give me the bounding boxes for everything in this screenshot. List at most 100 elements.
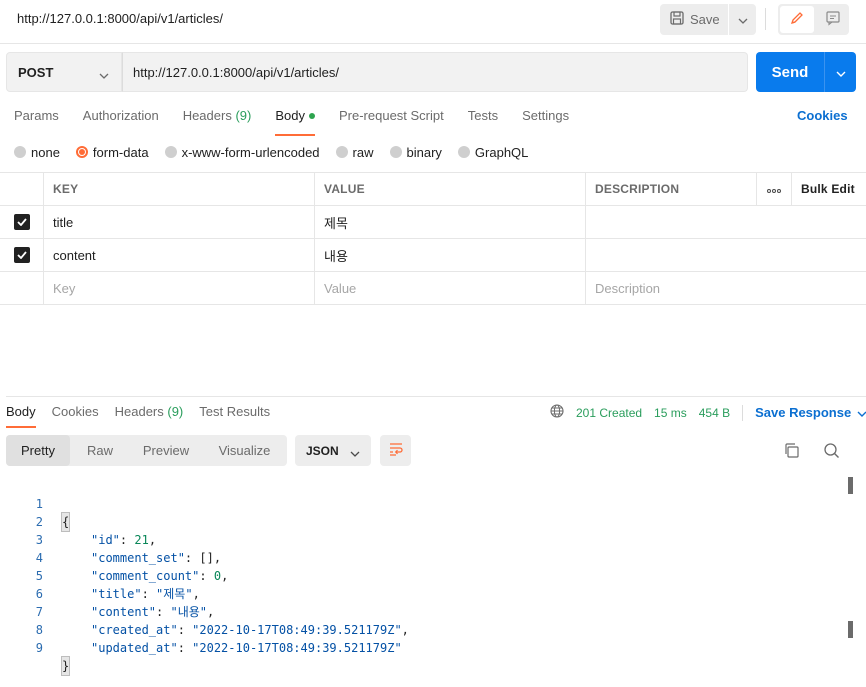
view-pretty-button[interactable]: Pretty [6, 435, 70, 466]
row-key[interactable]: title [43, 206, 314, 238]
pencil-icon [789, 10, 805, 29]
method-select[interactable]: POST [6, 52, 122, 92]
chevron-down-icon [857, 405, 866, 420]
row-description[interactable] [585, 206, 756, 238]
chevron-down-icon [836, 65, 846, 80]
save-button[interactable]: Save [660, 4, 728, 35]
format-select[interactable]: JSON [295, 435, 371, 466]
status-code[interactable]: 201 Created [576, 406, 642, 420]
radio-circle-selected [75, 146, 88, 158]
scroll-marker-bottom[interactable] [848, 621, 853, 638]
radio-graphql[interactable]: GraphQL [457, 144, 529, 160]
request-title[interactable]: http://127.0.0.1:8000/api/v1/articles/ [17, 11, 223, 26]
radio-label: GraphQL [474, 144, 529, 160]
json-key: "updated_at" [91, 641, 178, 655]
row-description[interactable] [585, 239, 756, 271]
body-type-radios: none form-data x-www-form-urlencoded raw… [14, 144, 529, 160]
code-line: 4 "comment_count": 0, [0, 531, 846, 583]
copy-icon[interactable] [783, 442, 800, 462]
response-body-viewer[interactable]: 1 { 2 "id": 21, 3 "comment_set": [], 4 "… [0, 477, 846, 676]
code-line: 5 "title": "제목", [0, 549, 846, 601]
save-response-button[interactable]: Save Response [755, 405, 866, 420]
view-visualize-button[interactable]: Visualize [202, 435, 287, 466]
code-line: 9 } [0, 621, 846, 676]
response-tab-headers[interactable]: Headers (9) [115, 404, 184, 419]
cookies-link[interactable]: Cookies [797, 108, 848, 123]
code-line: 6 "content": "내용", [0, 567, 846, 619]
chevron-down-icon [99, 67, 109, 82]
send-options-button[interactable] [824, 52, 856, 92]
response-tabs-bar: Body Cookies Headers (9) Test Results 20… [6, 396, 866, 428]
search-icon[interactable] [823, 442, 840, 462]
row-checkbox[interactable] [0, 206, 43, 238]
code-line: 8 "updated_at": "2022-10-17T08:49:39.521… [0, 603, 846, 655]
line-number: 9 [35, 641, 43, 655]
row-value[interactable]: 내용 [314, 239, 585, 271]
new-key-input[interactable]: Key [43, 272, 314, 304]
globe-icon[interactable] [550, 404, 564, 421]
header-checkbox-cell [0, 173, 43, 205]
bulk-edit-button[interactable]: Bulk Edit [791, 173, 866, 205]
more-options-button[interactable] [756, 173, 791, 205]
view-preview-button[interactable]: Preview [130, 435, 202, 466]
response-tab-test-results[interactable]: Test Results [199, 404, 270, 419]
new-description-input[interactable]: Description [585, 272, 756, 304]
view-raw-button[interactable]: Raw [70, 435, 130, 466]
scroll-marker-top[interactable] [848, 477, 853, 494]
tab-params[interactable]: Params [14, 108, 59, 130]
radio-binary[interactable]: binary [389, 145, 442, 160]
response-time[interactable]: 15 ms [654, 406, 687, 420]
code-line: 7 "created_at": "2022-10-17T08:49:39.521… [0, 585, 846, 637]
header-description: DESCRIPTION [585, 173, 756, 205]
request-tabs: Params Authorization Headers (9) Body Pr… [14, 108, 569, 136]
code-line: 1 { [0, 477, 846, 532]
comments-mode-button[interactable] [818, 6, 847, 33]
comment-icon [825, 10, 841, 29]
send-button[interactable]: Send [756, 52, 824, 92]
row-value[interactable]: 제목 [314, 206, 585, 238]
more-dots-icon [767, 182, 781, 196]
save-options-button[interactable] [729, 4, 756, 35]
wrap-lines-button[interactable] [380, 435, 411, 466]
code-line: 3 "comment_set": [], [0, 513, 846, 565]
close-brace: } [60, 656, 71, 676]
radio-circle [389, 146, 402, 158]
response-meta: 201 Created 15 ms 454 B Save Response [550, 404, 866, 421]
row-key[interactable]: content [43, 239, 314, 271]
radio-form-data[interactable]: form-data [75, 145, 149, 160]
save-response-label: Save Response [755, 405, 852, 420]
radio-urlencoded[interactable]: x-www-form-urlencoded [164, 145, 320, 160]
radio-label: raw [352, 144, 374, 160]
title-bar: http://127.0.0.1:8000/api/v1/articles/ S… [0, 0, 866, 44]
table-header-row: KEY VALUE DESCRIPTION Bulk Edit [0, 172, 866, 206]
tab-headers[interactable]: Headers (9) [183, 108, 252, 130]
radio-circle [335, 146, 348, 158]
new-value-input[interactable]: Value [314, 272, 585, 304]
save-icon [670, 11, 684, 28]
tab-body-label: Body [275, 108, 305, 123]
tab-tests[interactable]: Tests [468, 108, 498, 130]
code-line: 2 "id": 21, [0, 495, 846, 547]
response-tab-headers-label: Headers [114, 404, 164, 419]
radio-raw[interactable]: raw [335, 144, 374, 160]
response-size[interactable]: 454 B [699, 406, 730, 420]
response-view-toggle: Pretty Raw Preview Visualize [6, 435, 287, 466]
url-input[interactable] [122, 52, 748, 92]
code-text: } [60, 656, 71, 676]
edit-mode-button[interactable] [780, 6, 814, 33]
tab-prerequest-script[interactable]: Pre-request Script [339, 108, 444, 130]
tab-body[interactable]: Body [275, 108, 315, 136]
tab-authorization[interactable]: Authorization [83, 108, 159, 130]
save-button-group: Save [660, 4, 756, 35]
response-tab-cookies[interactable]: Cookies [52, 404, 99, 419]
format-label: JSON [306, 443, 339, 458]
mode-toggle [778, 4, 849, 35]
table-row-empty: Key Value Description [0, 272, 866, 305]
chevron-down-icon [350, 446, 360, 460]
meta-divider [742, 404, 744, 421]
row-checkbox[interactable] [0, 239, 43, 271]
response-tab-body[interactable]: Body [6, 404, 36, 428]
radio-circle [14, 146, 26, 158]
tab-settings[interactable]: Settings [522, 108, 569, 130]
radio-none[interactable]: none [14, 145, 60, 160]
